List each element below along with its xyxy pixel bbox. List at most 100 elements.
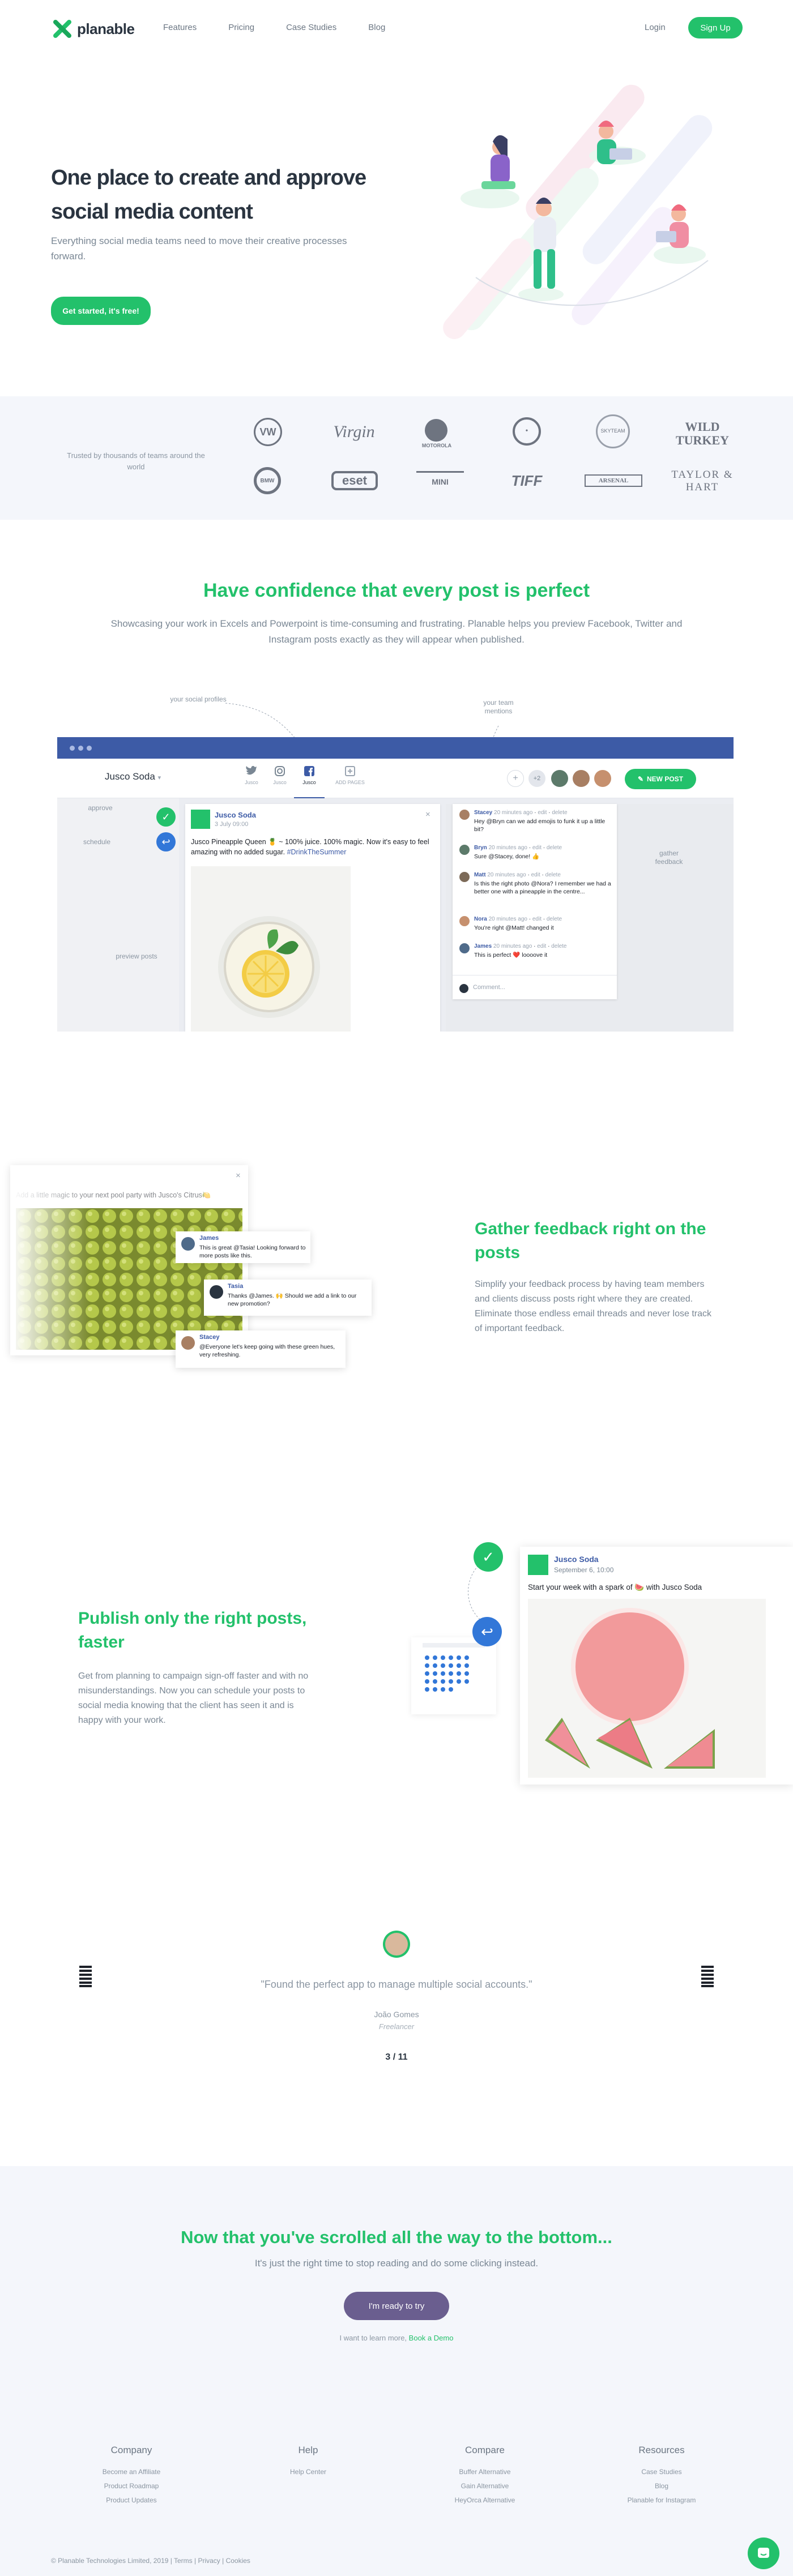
footer-link[interactable]: Gain Alternative: [428, 2479, 542, 2493]
footer-link[interactable]: Blog: [605, 2479, 718, 2493]
close-icon[interactable]: ×: [425, 810, 430, 819]
footer-column-compare: Compare Buffer Alternative Gain Alternat…: [428, 2445, 542, 2507]
new-post-button[interactable]: ✎ NEW POST: [625, 769, 696, 789]
comment-author: Bryn: [474, 845, 487, 851]
comment-time: 20 minutes ago: [488, 845, 527, 851]
add-member-icon[interactable]: +: [507, 770, 524, 787]
nav-links: Features Pricing Case Studies Blog: [163, 23, 385, 32]
footer-link[interactable]: Case Studies: [605, 2465, 718, 2479]
comment-author: Tasia: [228, 1283, 244, 1290]
more-members-badge[interactable]: +2: [528, 770, 545, 787]
comment-time: 20 minutes ago: [493, 943, 532, 949]
hero-cta-button[interactable]: Get started, it's free!: [51, 297, 151, 325]
post-image: [191, 866, 351, 1032]
book-demo-link[interactable]: Book a Demo: [409, 2334, 454, 2342]
testimonial-name: João Gomes: [374, 2010, 419, 2019]
rugby-club-logo: •: [513, 417, 541, 446]
comment-time: 20 minutes ago: [488, 916, 527, 922]
confidence-subtitle: Showcasing your work in Excels and Power…: [110, 618, 683, 645]
avatar: [210, 1285, 223, 1299]
footer-column-title: Resources: [638, 2445, 685, 2455]
post-date: 3 July 09:00: [215, 821, 249, 828]
annotation-approve: approve: [88, 804, 113, 812]
book-demo-text: I want to learn more, Book a Demo: [0, 2334, 793, 2342]
testimonial-avatar: [383, 1931, 410, 1958]
nav-link-features[interactable]: Features: [163, 23, 197, 32]
avatar: [573, 770, 590, 787]
comment-edit[interactable]: edit: [537, 943, 546, 949]
comment-text: Is this the right photo @Nora? I remembe…: [474, 880, 611, 895]
comment-time: 20 minutes ago: [487, 872, 526, 878]
workspace-name: Jusco Soda: [105, 771, 155, 782]
comment-delete[interactable]: delete: [547, 916, 562, 922]
nav-link-blog[interactable]: Blog: [368, 23, 385, 32]
footer-link[interactable]: Become an Affiliate: [75, 2465, 188, 2479]
tab-instagram[interactable]: Jusco: [266, 765, 294, 785]
nav-link-case-studies[interactable]: Case Studies: [286, 23, 336, 32]
comment-edit[interactable]: edit: [532, 916, 542, 922]
footer-column-help: Help Help Center: [251, 2445, 365, 2479]
comment-text: Sure @Stacey, done! 👍: [474, 853, 540, 860]
tab-facebook[interactable]: Jusco: [294, 765, 325, 798]
nav-link-pricing[interactable]: Pricing: [228, 23, 254, 32]
chat-icon: [758, 2548, 769, 2558]
approve-check-icon[interactable]: ✓: [156, 807, 176, 827]
ready-to-try-button[interactable]: I'm ready to try: [344, 2292, 449, 2320]
avatar: [594, 770, 611, 787]
close-icon[interactable]: ×: [236, 1171, 241, 1180]
footer-link[interactable]: Product Updates: [75, 2493, 188, 2507]
comment-edit[interactable]: edit: [538, 810, 547, 816]
facebook-icon: [304, 766, 314, 776]
app-header: Jusco Soda ▾ Jusco Jusco Jusco ADD PAGES…: [57, 759, 734, 798]
bottom-cta-title: Now that you've scrolled all the way to …: [181, 2227, 612, 2247]
comment-input[interactable]: Comment...: [473, 984, 505, 991]
comment-author: Stacey: [199, 1334, 220, 1341]
tab-twitter[interactable]: Jusco: [237, 765, 266, 785]
chevron-down-icon: ▾: [157, 774, 161, 781]
app-preview-window: Jusco Soda ▾ Jusco Jusco Jusco ADD PAGES…: [57, 737, 734, 1032]
wild-turkey-logo: WILD TURKEY: [675, 420, 730, 447]
post-text: Jusco Pineapple Queen 🍍 ~ 100% juice. 10…: [191, 837, 434, 857]
approve-check-icon[interactable]: ✓: [474, 1542, 503, 1572]
comment-delete[interactable]: delete: [547, 845, 562, 851]
testimonial-role: Freelancer: [378, 2022, 415, 2031]
workspace-selector[interactable]: Jusco Soda ▾: [105, 771, 161, 782]
twitter-icon: [246, 765, 257, 775]
comment-delete[interactable]: delete: [552, 810, 567, 816]
footer-link[interactable]: Help Center: [251, 2465, 365, 2479]
feedback-comment: Stacey @Everyone let's keep going with t…: [176, 1330, 346, 1368]
footer-column-title: Help: [298, 2445, 318, 2455]
footer-link[interactable]: Product Roadmap: [75, 2479, 188, 2493]
tab-label: Jusco: [245, 780, 258, 785]
comment-delete[interactable]: delete: [551, 943, 566, 949]
schedule-reply-icon[interactable]: ↩: [472, 1617, 502, 1646]
footer-link[interactable]: Buffer Alternative: [428, 2465, 542, 2479]
brand-logo[interactable]: planable: [51, 18, 135, 40]
bottom-cta-subtitle: It's just the right time to stop reading…: [254, 2258, 539, 2269]
post-date: September 6, 10:00: [554, 1566, 614, 1574]
login-link[interactable]: Login: [645, 23, 666, 32]
publish-title: Publish only the right posts, faster: [78, 1609, 307, 1651]
schedule-reply-icon[interactable]: ↩: [156, 832, 176, 851]
comment-delete[interactable]: delete: [545, 872, 561, 878]
avatar: [459, 845, 470, 855]
avatar: [181, 1336, 195, 1350]
chat-widget-button[interactable]: [748, 2538, 779, 2569]
skyteam-logo: SKYTEAM: [600, 428, 625, 434]
comment-edit[interactable]: edit: [532, 845, 542, 851]
tab-add-pages[interactable]: ADD PAGES: [330, 765, 370, 785]
comment-author: Matt: [474, 872, 486, 878]
signup-button[interactable]: Sign Up: [688, 17, 743, 38]
footer-link[interactable]: Planable for Instagram: [605, 2493, 718, 2507]
gather-feedback-title: Gather feedback right on the posts: [475, 1219, 706, 1262]
testimonial-pagination: 3 / 11: [385, 2052, 408, 2062]
avatar: [459, 916, 470, 926]
post-text: Start your week with a spark of 🍉 with J…: [528, 1583, 702, 1591]
scheduled-post-card: Jusco Soda September 6, 10:00 Start your…: [520, 1547, 793, 1785]
comment-text: This is perfect ❤️ loooove it: [474, 952, 548, 958]
motorola-icon: [425, 419, 447, 442]
avatar: [459, 810, 470, 820]
watermelon-image: [528, 1599, 766, 1778]
comment-edit[interactable]: edit: [531, 872, 540, 878]
footer-link[interactable]: HeyOrca Alternative: [428, 2493, 542, 2507]
